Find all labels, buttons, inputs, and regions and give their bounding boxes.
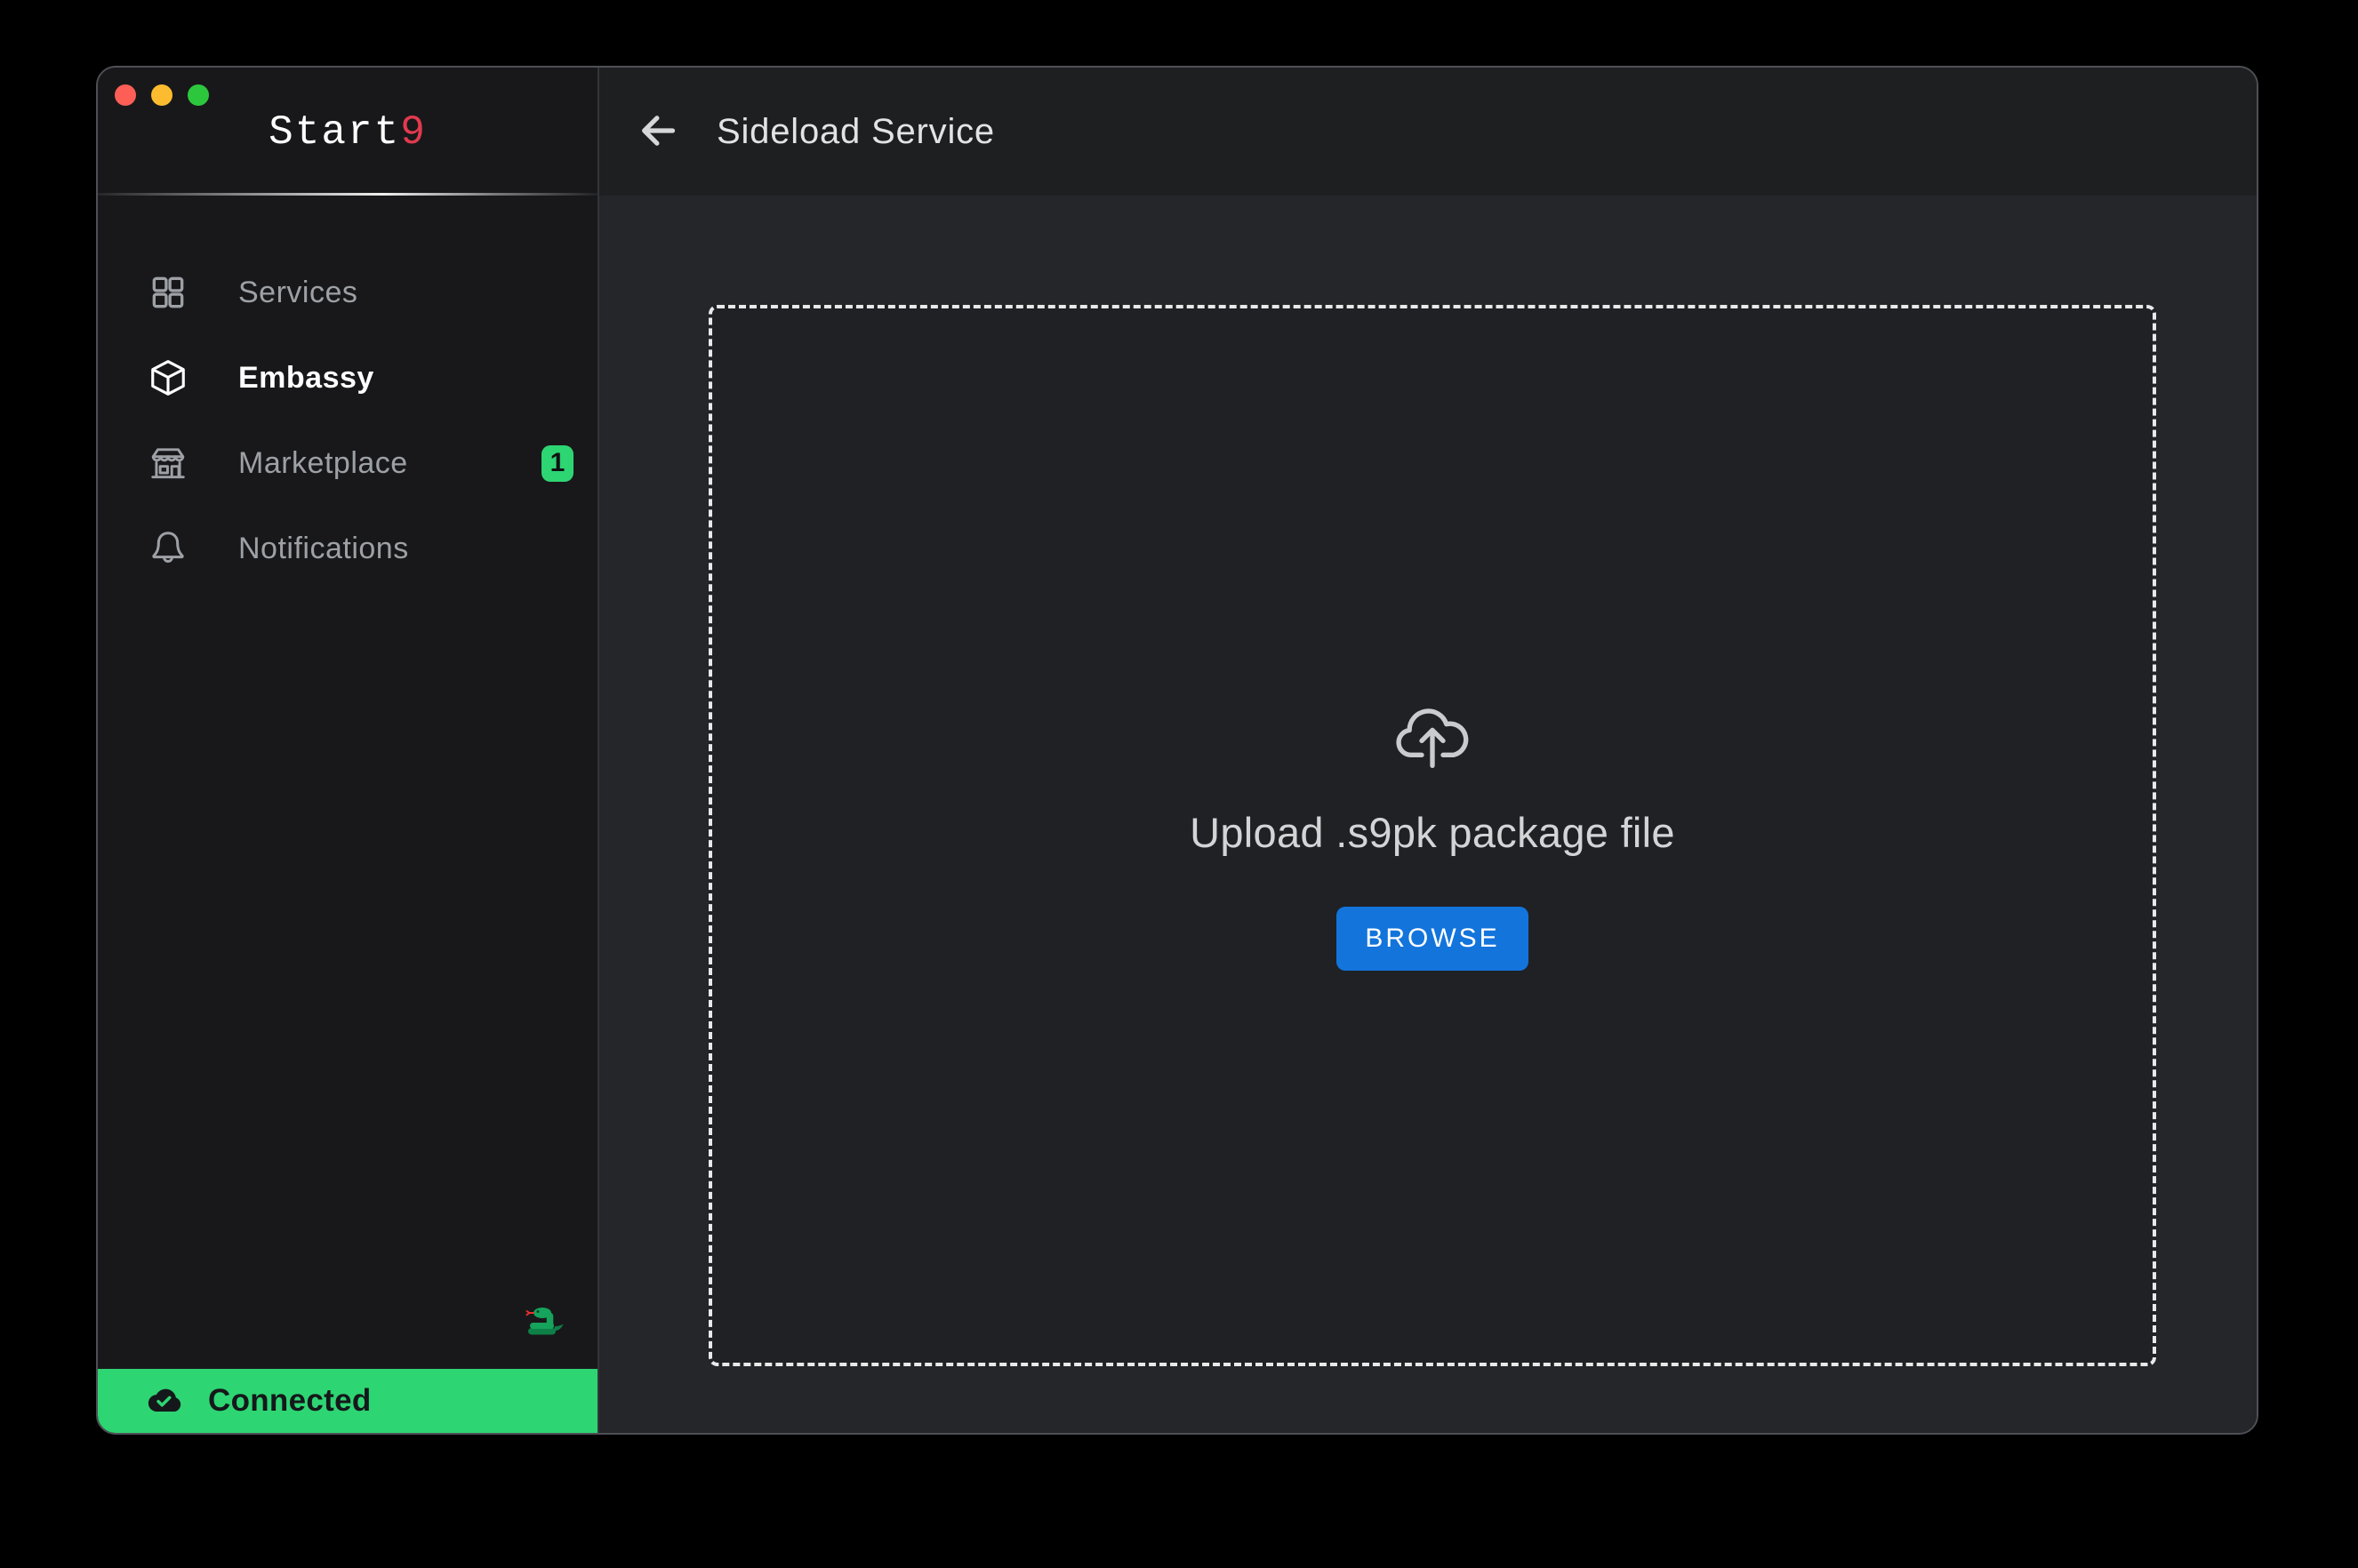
arrow-back-icon xyxy=(636,108,680,156)
window-controls xyxy=(115,84,209,106)
sidebar-menu: Services Embassy xyxy=(98,250,598,591)
zoom-window-button[interactable] xyxy=(188,84,209,106)
close-window-button[interactable] xyxy=(115,84,136,106)
logo-accent-9: 9 xyxy=(400,109,427,156)
sidebar-item-label: Marketplace xyxy=(238,446,408,481)
cloud-upload-icon xyxy=(1393,701,1472,771)
back-button[interactable] xyxy=(633,107,683,156)
bell-icon xyxy=(148,528,188,569)
start9-logo: Start9 xyxy=(98,108,598,156)
grid-icon xyxy=(148,272,188,313)
sidebar-item-marketplace[interactable]: Marketplace 1 xyxy=(98,420,598,506)
sidebar-item-label: Embassy xyxy=(238,361,374,396)
page-header: Sideload Service xyxy=(599,68,2257,196)
upload-dropzone[interactable]: Upload .s9pk package file BROWSE xyxy=(709,305,2156,1366)
sidebar-item-label: Services xyxy=(238,276,357,310)
main-pane: Sideload Service Upload .s9pk package fi… xyxy=(599,68,2257,1433)
connection-status-bar: Connected xyxy=(98,1369,598,1433)
sidebar-item-label: Notifications xyxy=(238,532,409,566)
sidebar-item-embassy[interactable]: Embassy xyxy=(98,335,598,420)
sidebar: Start9 Services xyxy=(98,68,599,1433)
snake-icon xyxy=(525,1305,565,1337)
content-area: Upload .s9pk package file BROWSE xyxy=(599,196,2257,1433)
page-title: Sideload Service xyxy=(717,112,995,152)
storefront-icon xyxy=(148,443,188,484)
sidebar-item-services[interactable]: Services xyxy=(98,250,598,335)
marketplace-badge: 1 xyxy=(541,445,573,482)
cloud-check-icon xyxy=(144,1387,183,1415)
logo-text: Start xyxy=(269,109,400,156)
connection-status-label: Connected xyxy=(208,1383,372,1419)
upload-instruction: Upload .s9pk package file xyxy=(1190,808,1675,857)
minimize-window-button[interactable] xyxy=(151,84,172,106)
sidebar-item-notifications[interactable]: Notifications xyxy=(98,506,598,591)
cube-icon xyxy=(148,357,188,398)
sidebar-divider xyxy=(98,193,598,196)
browse-button[interactable]: BROWSE xyxy=(1336,907,1528,971)
app-window: Start9 Services xyxy=(96,66,2258,1435)
